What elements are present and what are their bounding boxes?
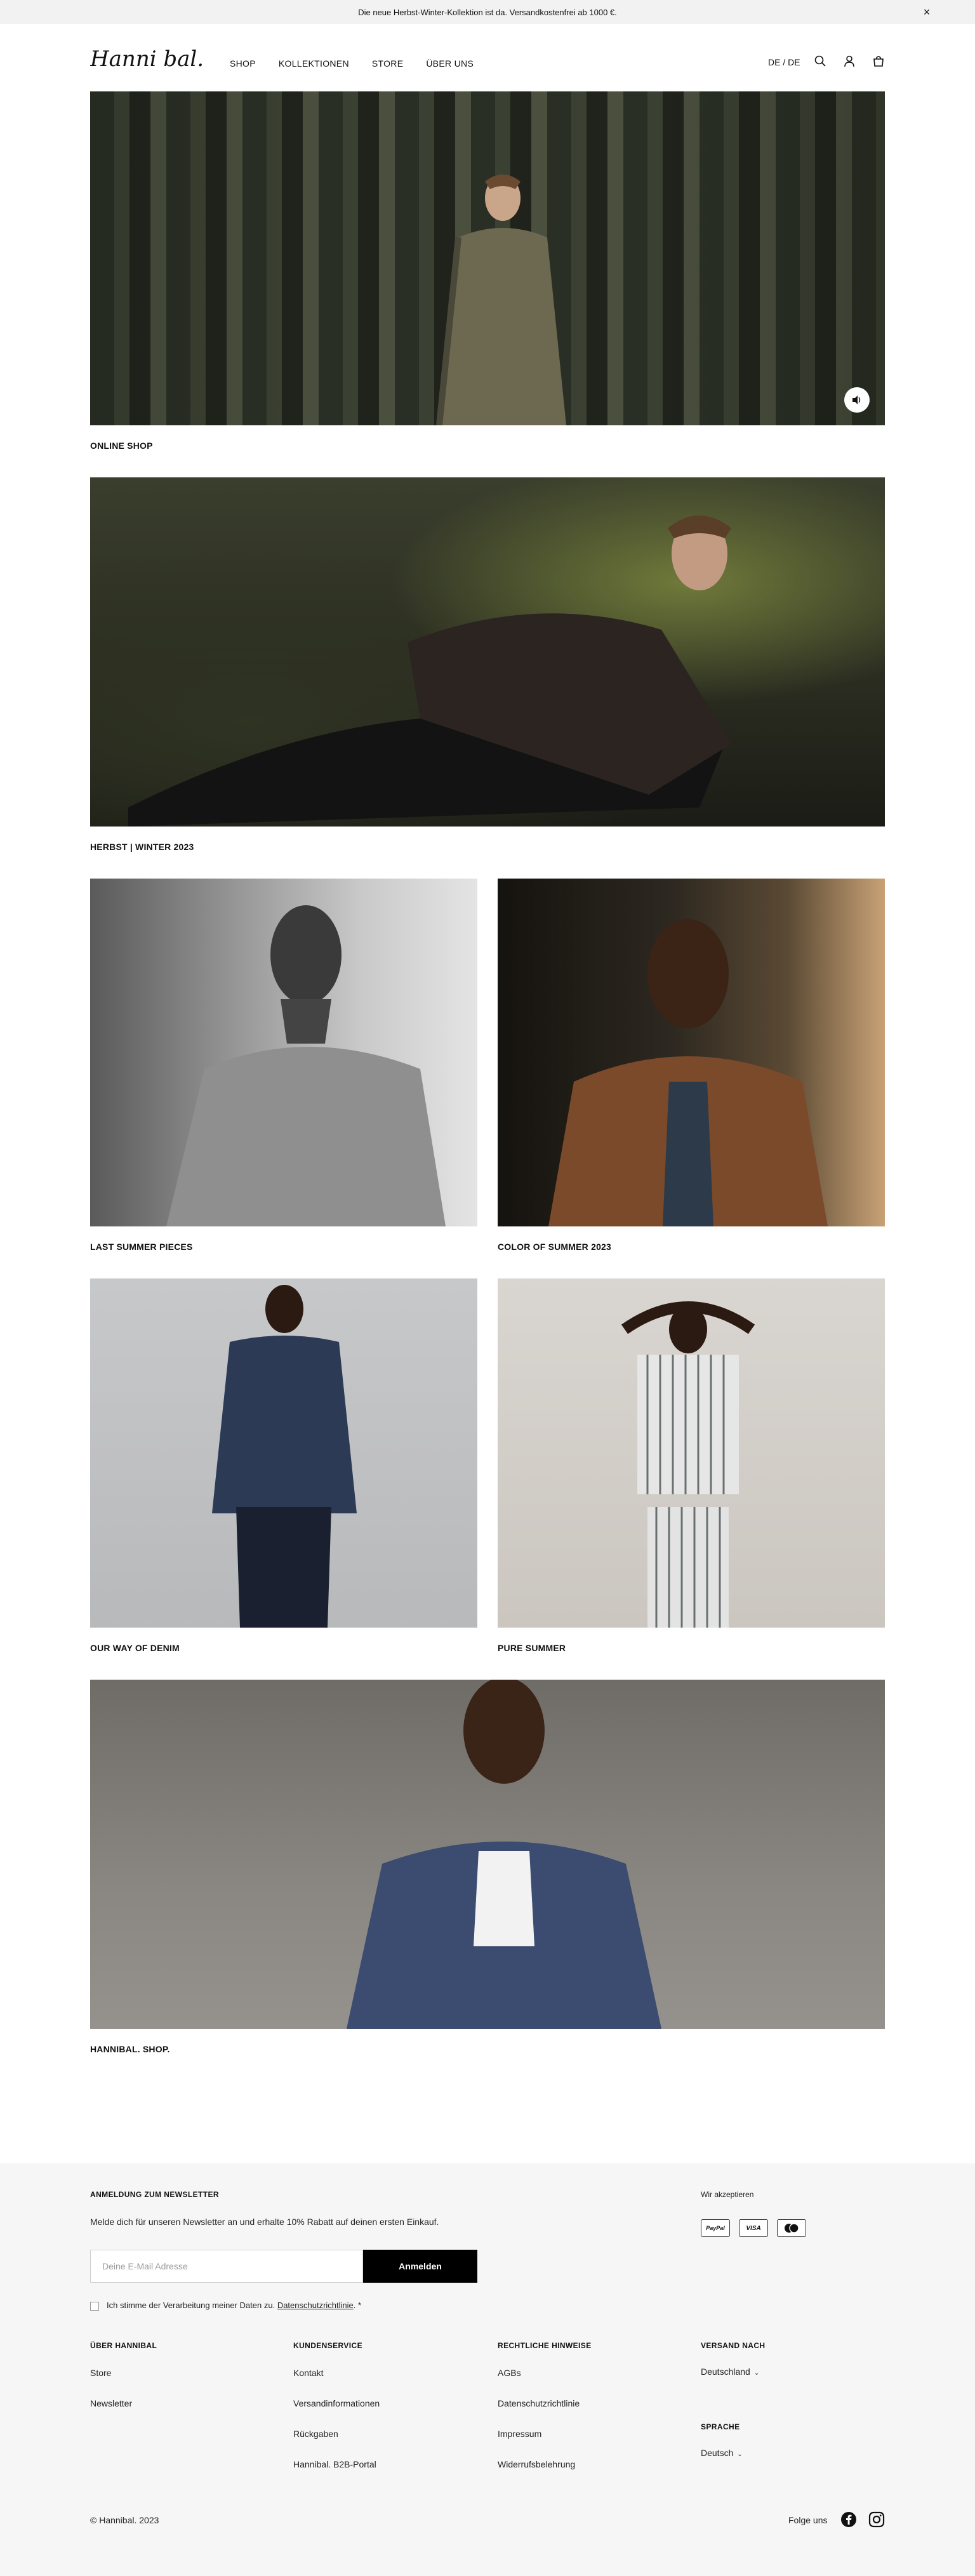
online-shop-caption[interactable]: ONLINE SHOP bbox=[90, 441, 153, 451]
logo[interactable]: Hanni bal. bbox=[90, 43, 208, 75]
denim-caption[interactable]: OUR WAY OF DENIM bbox=[90, 1643, 180, 1653]
user-icon[interactable] bbox=[842, 53, 857, 69]
payments-heading: Wir akzeptieren bbox=[701, 2190, 754, 2199]
language-value: Deutsch bbox=[701, 2448, 734, 2458]
consent-prefix: Ich stimme der Verarbeitung meiner Daten… bbox=[107, 2300, 275, 2310]
language-selector[interactable]: DE / DE bbox=[768, 57, 800, 67]
chevron-down-icon: ⌄ bbox=[753, 2370, 760, 2377]
last-summer-image[interactable] bbox=[90, 879, 477, 1226]
logo-text: Hanni bal. bbox=[90, 46, 204, 72]
model-image bbox=[212, 1285, 357, 1628]
pure-summer-caption[interactable]: PURE SUMMER bbox=[498, 1643, 566, 1653]
email-field[interactable] bbox=[90, 2250, 363, 2283]
footer-link-newsletter[interactable]: Newsletter bbox=[90, 2398, 132, 2408]
instagram-icon[interactable] bbox=[868, 2511, 885, 2528]
service-heading: KUNDENSERVICE bbox=[293, 2341, 362, 2350]
site-footer: ANMELDUNG ZUM NEWSLETTER Melde dich für … bbox=[0, 2163, 975, 2576]
nav-ueber-uns[interactable]: ÜBER UNS bbox=[426, 58, 474, 69]
subscribe-button[interactable]: Anmelden bbox=[363, 2250, 477, 2283]
consent-suffix: . * bbox=[353, 2300, 362, 2310]
model-image bbox=[621, 1301, 755, 1628]
model-image bbox=[436, 175, 566, 425]
mute-icon[interactable] bbox=[844, 387, 870, 413]
consent-checkbox[interactable] bbox=[90, 2302, 99, 2311]
footer-link-agbs[interactable]: AGBs bbox=[498, 2368, 521, 2378]
legal-heading: RECHTLICHE HINWEISE bbox=[498, 2341, 592, 2350]
footer-link-store[interactable]: Store bbox=[90, 2368, 111, 2378]
hannibal-shop-caption[interactable]: HANNIBAL. SHOP. bbox=[90, 2044, 170, 2054]
paypal-icon: PayPal bbox=[701, 2219, 730, 2237]
model-image bbox=[347, 1680, 661, 2029]
nav-store[interactable]: STORE bbox=[372, 58, 403, 69]
follow-label: Folge uns bbox=[788, 2515, 828, 2525]
announcement-text: Die neue Herbst-Winter-Kollektion ist da… bbox=[358, 7, 617, 17]
shipping-value: Deutschland bbox=[701, 2367, 750, 2377]
close-icon[interactable]: × bbox=[920, 6, 933, 18]
about-heading: ÜBER HANNIBAL bbox=[90, 2341, 157, 2350]
footer-link-versand[interactable]: Versandinformationen bbox=[293, 2398, 380, 2408]
model-image bbox=[128, 515, 731, 827]
footer-link-kontakt[interactable]: Kontakt bbox=[293, 2368, 323, 2378]
facebook-icon[interactable] bbox=[840, 2511, 857, 2528]
online-shop-video[interactable] bbox=[90, 91, 885, 425]
announcement-bar: Die neue Herbst-Winter-Kollektion ist da… bbox=[0, 0, 975, 24]
model-image bbox=[166, 905, 446, 1226]
newsletter-text: Melde dich für unseren Newsletter an und… bbox=[90, 2217, 439, 2227]
shipping-heading: VERSAND NACH bbox=[701, 2341, 766, 2350]
shipping-selector[interactable]: Deutschland ⌄ bbox=[701, 2367, 759, 2377]
footer-link-b2b[interactable]: Hannibal. B2B-Portal bbox=[293, 2459, 376, 2469]
nav-kollektionen[interactable]: KOLLEKTIONEN bbox=[279, 58, 349, 69]
herbst-winter-image[interactable] bbox=[90, 477, 885, 827]
search-icon[interactable] bbox=[812, 53, 828, 69]
color-of-summer-caption[interactable]: COLOR OF SUMMER 2023 bbox=[498, 1242, 611, 1252]
last-summer-caption[interactable]: LAST SUMMER PIECES bbox=[90, 1242, 193, 1252]
newsletter-heading: ANMELDUNG ZUM NEWSLETTER bbox=[90, 2190, 219, 2199]
language-heading: SPRACHE bbox=[701, 2422, 740, 2431]
copyright: © Hannibal. 2023 bbox=[90, 2515, 159, 2525]
herbst-winter-caption[interactable]: HERBST | WINTER 2023 bbox=[90, 842, 194, 852]
chevron-down-icon: ⌄ bbox=[737, 2451, 743, 2458]
footer-link-impressum[interactable]: Impressum bbox=[498, 2429, 541, 2439]
visa-icon: VISA bbox=[739, 2219, 768, 2237]
denim-image[interactable] bbox=[90, 1278, 477, 1628]
model-image bbox=[548, 919, 828, 1226]
pure-summer-image[interactable] bbox=[498, 1278, 885, 1628]
mastercard-icon bbox=[777, 2219, 806, 2237]
main-nav: SHOP KOLLEKTIONEN STORE ÜBER UNS bbox=[230, 58, 496, 69]
site-header: Hanni bal. SHOP KOLLEKTIONEN STORE ÜBER … bbox=[0, 24, 975, 91]
footer-link-rueckgaben[interactable]: Rückgaben bbox=[293, 2429, 338, 2439]
language-footer-selector[interactable]: Deutsch ⌄ bbox=[701, 2448, 743, 2458]
footer-link-widerruf[interactable]: Widerrufsbelehrung bbox=[498, 2459, 575, 2469]
privacy-link[interactable]: Datenschutzrichtlinie bbox=[277, 2300, 354, 2310]
hannibal-shop-image[interactable] bbox=[90, 1680, 885, 2029]
bag-icon[interactable] bbox=[871, 53, 886, 69]
color-of-summer-image[interactable] bbox=[498, 879, 885, 1226]
footer-link-datenschutz[interactable]: Datenschutzrichtlinie bbox=[498, 2398, 580, 2408]
nav-shop[interactable]: SHOP bbox=[230, 58, 256, 69]
consent-text: Ich stimme der Verarbeitung meiner Daten… bbox=[107, 2300, 361, 2310]
